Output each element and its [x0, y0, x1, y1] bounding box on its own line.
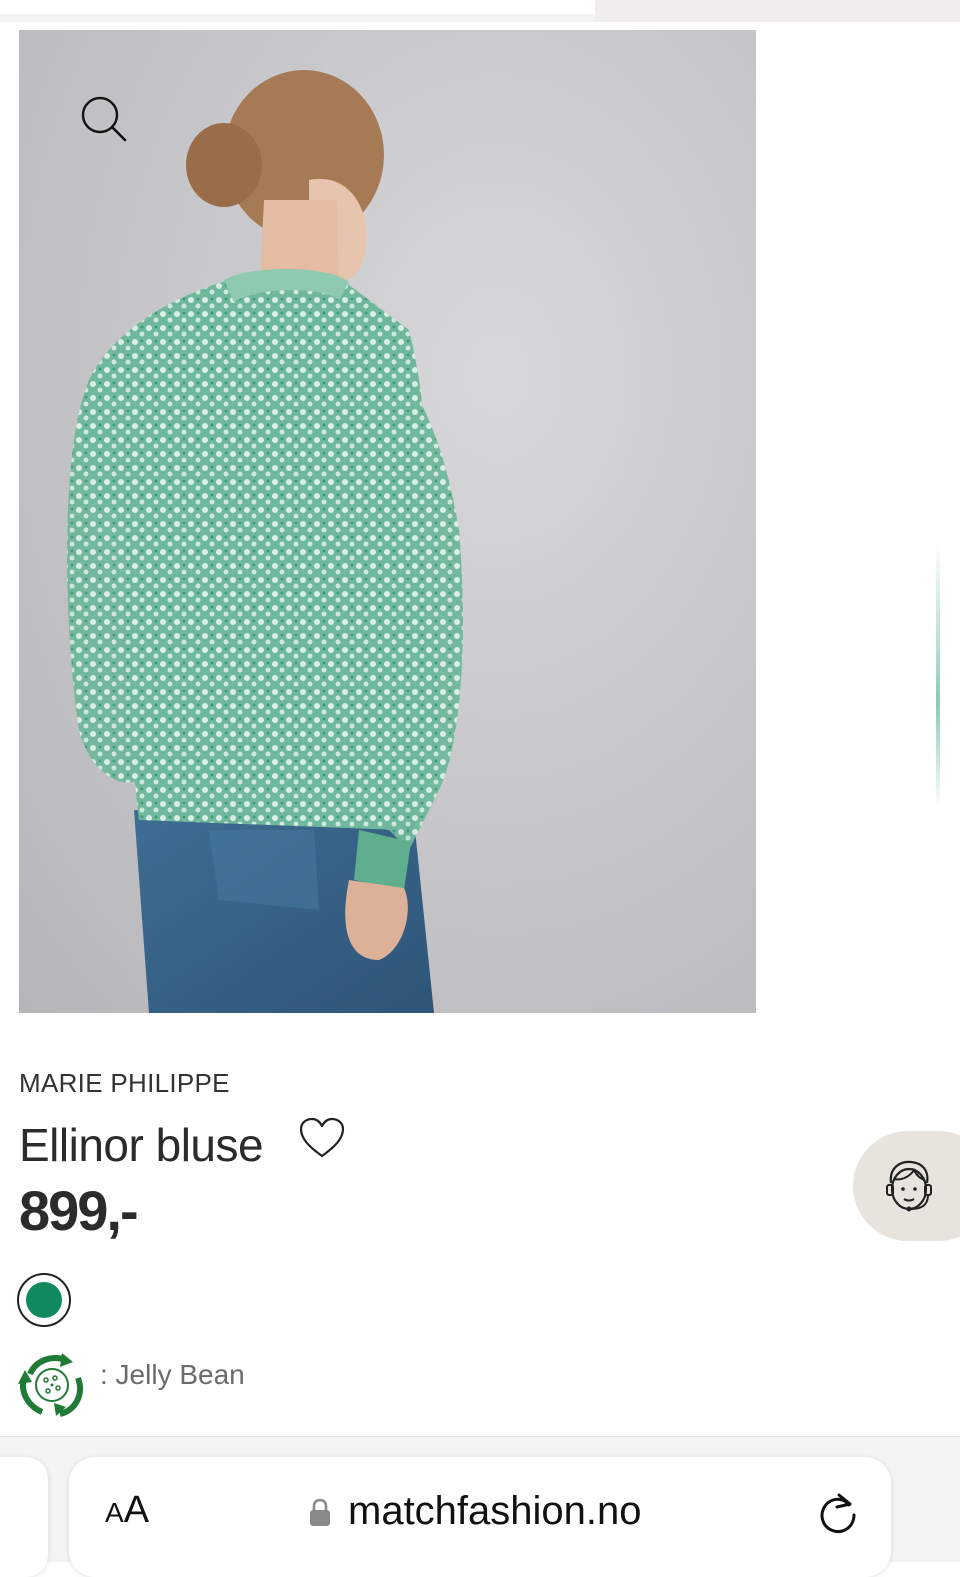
browser-toolbar: AA matchfashion.no: [0, 1436, 960, 1577]
next-image-peek[interactable]: [936, 540, 940, 810]
product-image[interactable]: [19, 30, 756, 1013]
reload-icon[interactable]: [815, 1491, 859, 1537]
product-price: 899,-: [19, 1179, 139, 1242]
url-text[interactable]: matchfashion.no: [348, 1489, 642, 1534]
magnifier-icon[interactable]: [79, 94, 129, 144]
product-title: Ellinor bluse: [19, 1119, 264, 1171]
top-strip: [0, 0, 960, 22]
text-size-button[interactable]: AA: [105, 1489, 149, 1532]
previous-tab[interactable]: [0, 1457, 48, 1577]
recycle-icon: [18, 1353, 83, 1417]
heart-icon[interactable]: [298, 1116, 346, 1160]
lock-icon: [310, 1498, 330, 1526]
material-label: : Jelly Bean: [100, 1359, 245, 1390]
customer-support-icon: [886, 1160, 932, 1212]
brand-name[interactable]: MARIE PHILIPPE: [19, 1068, 230, 1099]
color-swatch-selected[interactable]: [17, 1273, 71, 1327]
customer-support-button[interactable]: [853, 1131, 960, 1241]
product-photo-illustration: [67, 70, 463, 1013]
top-strip-left: [0, 0, 595, 14]
color-swatch-dot: [26, 1282, 62, 1318]
address-bar[interactable]: AA matchfashion.no: [69, 1457, 891, 1577]
top-strip-right: [595, 0, 960, 22]
